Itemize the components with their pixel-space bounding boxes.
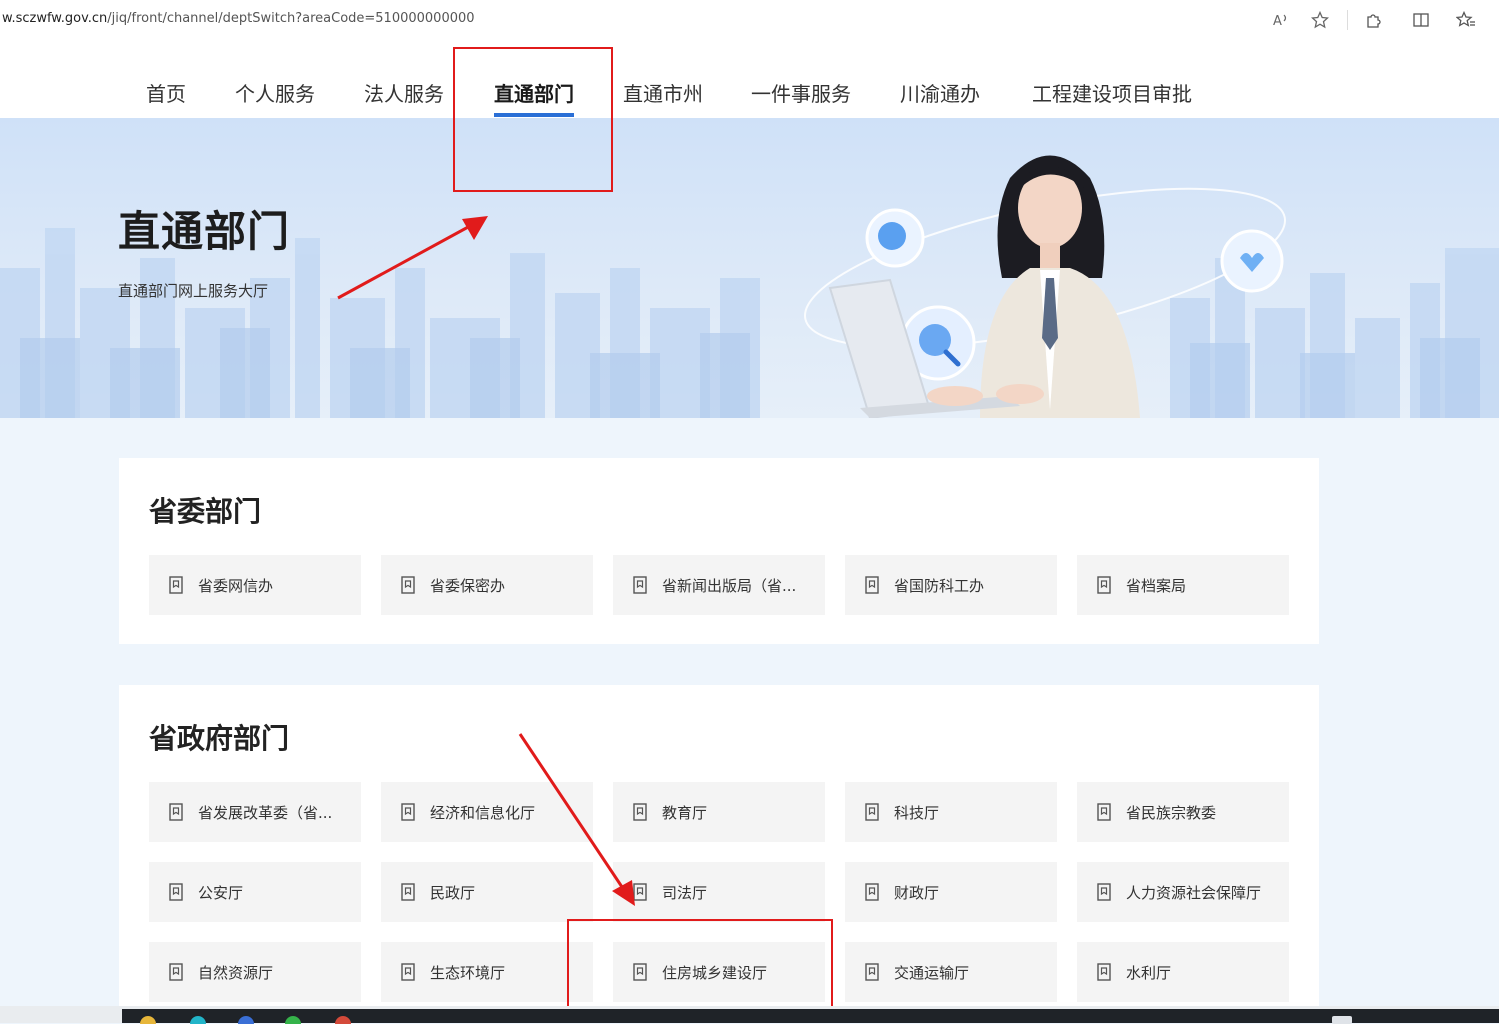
dept-name: 人力资源社会保障厅 bbox=[1126, 883, 1262, 902]
annotation-box-nav bbox=[453, 47, 613, 192]
city-skyline-illustration bbox=[0, 155, 1499, 418]
extensions-icon[interactable] bbox=[1362, 9, 1384, 31]
bookmark-icon bbox=[401, 963, 415, 981]
section-title: 省政府部门 bbox=[149, 722, 290, 755]
nav-construction-approval[interactable]: 工程建设项目审批 bbox=[1032, 78, 1192, 107]
dept-tile[interactable]: 经济和信息化厅 bbox=[381, 782, 593, 842]
bookmark-icon bbox=[1097, 883, 1111, 901]
dept-tile[interactable]: 省委网信办 bbox=[149, 555, 361, 615]
browser-address-bar: w.sczwfw.gov.cn/jiq/front/channel/deptSw… bbox=[0, 0, 1499, 41]
dept-name: 省民族宗教委 bbox=[1126, 803, 1217, 822]
dept-name: 水利厅 bbox=[1126, 963, 1172, 982]
dept-tile[interactable]: 水利厅 bbox=[1077, 942, 1289, 1002]
bookmark-icon bbox=[633, 803, 647, 821]
dept-name: 财政厅 bbox=[894, 883, 940, 902]
dept-tile[interactable]: 省档案局 bbox=[1077, 555, 1289, 615]
dept-tile[interactable]: 生态环境厅 bbox=[381, 942, 593, 1002]
nav-one-thing-services[interactable]: 一件事服务 bbox=[751, 78, 851, 107]
taskbar-strip bbox=[122, 1009, 1499, 1023]
nav-sichuan-chongqing[interactable]: 川渝通办 bbox=[900, 78, 980, 107]
dept-tile[interactable]: 自然资源厅 bbox=[149, 942, 361, 1002]
dept-name: 经济和信息化厅 bbox=[430, 803, 536, 822]
dept-name: 司法厅 bbox=[662, 883, 708, 902]
bookmark-icon bbox=[401, 883, 415, 901]
dept-tile[interactable]: 省国防科工办 bbox=[845, 555, 1057, 615]
nav-personal-services[interactable]: 个人服务 bbox=[235, 78, 315, 107]
dept-tile[interactable]: 交通运输厅 bbox=[845, 942, 1057, 1002]
hero-banner: 直通部门 直通部门网上服务大厅 bbox=[0, 118, 1499, 418]
bookmark-icon bbox=[633, 883, 647, 901]
bookmark-icon bbox=[865, 803, 879, 821]
bookmark-icon bbox=[401, 576, 415, 594]
dept-tile[interactable]: 省发展改革委（省... bbox=[149, 782, 361, 842]
dept-name: 民政厅 bbox=[430, 883, 476, 902]
bookmark-icon bbox=[633, 576, 647, 594]
dept-name: 省新闻出版局（省... bbox=[662, 576, 797, 595]
dept-name: 科技厅 bbox=[894, 803, 940, 822]
banner-title: 直通部门 bbox=[118, 207, 291, 256]
read-aloud-icon[interactable]: A bbox=[1270, 9, 1292, 31]
dept-tile[interactable]: 科技厅 bbox=[845, 782, 1057, 842]
split-screen-icon[interactable] bbox=[1410, 9, 1432, 31]
bookmark-icon bbox=[865, 963, 879, 981]
provincial-committee-section: 省委部门 省委网信办 省委保密办 省新闻出版局（省... 省国防科工办 省档案局 bbox=[119, 458, 1319, 644]
dept-tile[interactable]: 教育厅 bbox=[613, 782, 825, 842]
bookmark-icon bbox=[169, 883, 183, 901]
bookmark-icon bbox=[1097, 963, 1111, 981]
nav-legal-person-services[interactable]: 法人服务 bbox=[364, 78, 444, 107]
bookmark-icon bbox=[1097, 803, 1111, 821]
dept-name: 省委保密办 bbox=[430, 576, 506, 595]
favorites-icon[interactable] bbox=[1455, 9, 1477, 31]
bookmark-icon bbox=[1097, 576, 1111, 594]
bookmark-icon bbox=[865, 576, 879, 594]
section-title: 省委部门 bbox=[149, 495, 262, 528]
dept-name: 省委网信办 bbox=[198, 576, 274, 595]
annotation-box-housing bbox=[567, 919, 833, 1009]
bookmark-icon bbox=[169, 803, 183, 821]
dept-name: 省国防科工办 bbox=[894, 576, 985, 595]
bookmark-icon bbox=[401, 803, 415, 821]
dept-name: 省档案局 bbox=[1126, 576, 1187, 595]
dept-tile[interactable]: 公安厅 bbox=[149, 862, 361, 922]
dept-tile[interactable]: 省民族宗教委 bbox=[1077, 782, 1289, 842]
bookmark-icon bbox=[865, 883, 879, 901]
dept-tile[interactable]: 司法厅 bbox=[613, 862, 825, 922]
toolbar-divider bbox=[1347, 10, 1348, 30]
dept-name: 生态环境厅 bbox=[430, 963, 506, 982]
banner-subtitle: 直通部门网上服务大厅 bbox=[118, 282, 269, 300]
dept-tile[interactable]: 财政厅 bbox=[845, 862, 1057, 922]
dept-name: 交通运输厅 bbox=[894, 963, 970, 982]
favorite-star-icon[interactable] bbox=[1309, 9, 1331, 31]
nav-direct-cities[interactable]: 直通市州 bbox=[623, 78, 703, 107]
bookmark-icon bbox=[169, 576, 183, 594]
dept-tile[interactable]: 省委保密办 bbox=[381, 555, 593, 615]
dept-name: 自然资源厅 bbox=[198, 963, 274, 982]
dept-name: 教育厅 bbox=[662, 803, 708, 822]
dept-tile[interactable]: 人力资源社会保障厅 bbox=[1077, 862, 1289, 922]
svg-text:A: A bbox=[1273, 14, 1282, 28]
url-field[interactable]: w.sczwfw.gov.cn/jiq/front/channel/deptSw… bbox=[2, 11, 475, 26]
os-taskbar bbox=[0, 1006, 1499, 1024]
dept-name: 省发展改革委（省... bbox=[198, 803, 333, 822]
dept-name: 公安厅 bbox=[198, 883, 244, 902]
nav-home[interactable]: 首页 bbox=[146, 78, 186, 107]
bookmark-icon bbox=[169, 963, 183, 981]
dept-tile[interactable]: 民政厅 bbox=[381, 862, 593, 922]
dept-tile[interactable]: 省新闻出版局（省... bbox=[613, 555, 825, 615]
main-navigation: 首页 个人服务 法人服务 直通部门 直通市州 一件事服务 川渝通办 工程建设项目… bbox=[0, 40, 1499, 118]
